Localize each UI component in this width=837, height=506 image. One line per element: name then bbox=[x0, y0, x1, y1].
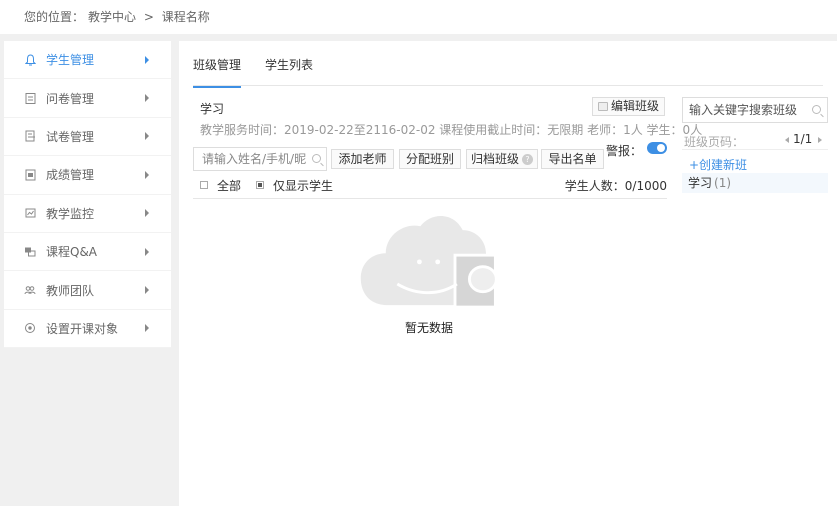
breadcrumb-item-course: 课程名称 bbox=[161, 10, 210, 24]
student-search-placeholder: 请输入姓名/手机/昵 bbox=[202, 152, 307, 166]
tab-bar: 班级管理 学生列表 bbox=[193, 41, 823, 88]
sidebar-item-teacher-team[interactable]: 教师团队 bbox=[4, 271, 171, 310]
breadcrumb: 您的位置： 教学中心 > 课程名称 bbox=[0, 0, 837, 34]
class-search-placeholder: 输入关键字搜索班级 bbox=[689, 103, 798, 117]
empty-cloud-illustration bbox=[360, 215, 498, 309]
bell-icon bbox=[24, 54, 36, 66]
exam-icon bbox=[24, 130, 36, 142]
sidebar-item-label: 学生管理 bbox=[46, 53, 95, 68]
divider bbox=[193, 198, 667, 199]
chevron-right-icon bbox=[145, 94, 149, 103]
chevron-right-icon[interactable] bbox=[818, 137, 822, 143]
student-search-input[interactable]: 请输入姓名/手机/昵 bbox=[193, 147, 327, 171]
export-list-button[interactable]: 导出名单 bbox=[541, 149, 604, 169]
alert-label: 警报： bbox=[606, 144, 643, 158]
sidebar-item-questionnaire[interactable]: 问卷管理 bbox=[4, 79, 171, 118]
sidebar-item-label: 问卷管理 bbox=[46, 91, 95, 106]
sidebar-item-grades[interactable]: 成绩管理 bbox=[4, 156, 171, 195]
grade-icon bbox=[24, 169, 36, 181]
select-all-label: 全部 bbox=[217, 179, 242, 193]
sidebar: 学生管理 问卷管理 试卷管理 成绩管理 教学监控 课程Q&A 教师团队 设置开课… bbox=[4, 41, 171, 349]
chevron-right-icon bbox=[145, 209, 149, 218]
search-icon[interactable] bbox=[812, 105, 821, 114]
chat-icon bbox=[24, 246, 36, 258]
class-pager: 班级页码： 1/1 bbox=[682, 132, 828, 150]
monitor-icon bbox=[24, 207, 36, 219]
main-content: 班级管理 学生列表 学习 编辑班级 教学服务时间：2019-02-22至2116… bbox=[179, 41, 837, 506]
class-info: 教学服务时间：2019-02-22至2116-02-02 课程使用截止时间：无限… bbox=[200, 123, 703, 137]
breadcrumb-separator: > bbox=[143, 10, 154, 24]
sidebar-item-exam[interactable]: 试卷管理 bbox=[4, 118, 171, 157]
student-count: 学生人数：0/1000 bbox=[564, 179, 667, 193]
pager-value: 1/1 bbox=[793, 132, 813, 146]
edit-class-label: 编辑班级 bbox=[611, 99, 660, 113]
tab-class-management[interactable]: 班级管理 bbox=[193, 56, 242, 88]
select-all-checkbox[interactable] bbox=[200, 181, 208, 189]
class-title: 学习 bbox=[200, 102, 225, 116]
pager-label: 班级页码： bbox=[684, 135, 745, 149]
archive-class-label: 归档班级 bbox=[470, 152, 519, 166]
students-only-label: 仅显示学生 bbox=[273, 179, 334, 193]
chevron-right-icon bbox=[145, 55, 149, 64]
chevron-right-icon bbox=[145, 286, 149, 295]
class-list-item[interactable]: 学习 (1) bbox=[682, 173, 828, 193]
sidebar-item-label: 设置开课对象 bbox=[46, 321, 119, 336]
sidebar-item-student-management[interactable]: 学生管理 bbox=[4, 41, 171, 80]
tab-student-list[interactable]: 学生列表 bbox=[265, 56, 313, 73]
filter-row: 全部 仅显示学生 学生人数：0/1000 bbox=[200, 177, 667, 199]
class-search-input[interactable]: 输入关键字搜索班级 bbox=[682, 97, 828, 123]
sidebar-item-label: 课程Q&A bbox=[46, 245, 98, 260]
chevron-right-icon bbox=[145, 132, 149, 141]
clipboard-icon bbox=[24, 92, 36, 105]
class-member-count: (1) bbox=[714, 176, 732, 190]
breadcrumb-prefix: 您的位置： bbox=[24, 10, 85, 24]
archive-class-button[interactable]: 归档班级? bbox=[466, 149, 538, 169]
target-icon bbox=[24, 322, 36, 334]
team-icon bbox=[24, 284, 36, 296]
chevron-right-icon bbox=[145, 247, 149, 256]
chevron-right-icon bbox=[145, 170, 149, 179]
class-name: 学习 bbox=[688, 176, 713, 190]
create-class-link[interactable]: +创建新班 bbox=[689, 156, 747, 173]
alert-toggle[interactable] bbox=[647, 142, 667, 154]
sidebar-item-course-target[interactable]: 设置开课对象 bbox=[4, 310, 171, 349]
sidebar-item-label: 成绩管理 bbox=[46, 168, 95, 183]
sidebar-item-monitoring[interactable]: 教学监控 bbox=[4, 195, 171, 233]
help-icon[interactable]: ? bbox=[522, 154, 533, 165]
edit-class-button[interactable]: 编辑班级 bbox=[592, 97, 666, 116]
chevron-right-icon bbox=[145, 324, 149, 333]
search-icon[interactable] bbox=[312, 154, 321, 163]
edit-icon bbox=[598, 102, 608, 111]
assign-class-button[interactable]: 分配班别 bbox=[399, 149, 461, 169]
students-only-checkbox[interactable] bbox=[256, 181, 264, 189]
sidebar-item-label: 试卷管理 bbox=[46, 129, 95, 144]
breadcrumb-item-teaching-center[interactable]: 教学中心 bbox=[88, 10, 136, 24]
add-teacher-button[interactable]: 添加老师 bbox=[331, 149, 394, 169]
chevron-left-icon[interactable] bbox=[785, 137, 789, 143]
sidebar-item-course-qa[interactable]: 课程Q&A bbox=[4, 233, 171, 272]
sidebar-item-label: 教师团队 bbox=[46, 283, 95, 298]
sidebar-item-label: 教学监控 bbox=[46, 206, 95, 221]
empty-state-text: 暂无数据 bbox=[405, 321, 454, 335]
